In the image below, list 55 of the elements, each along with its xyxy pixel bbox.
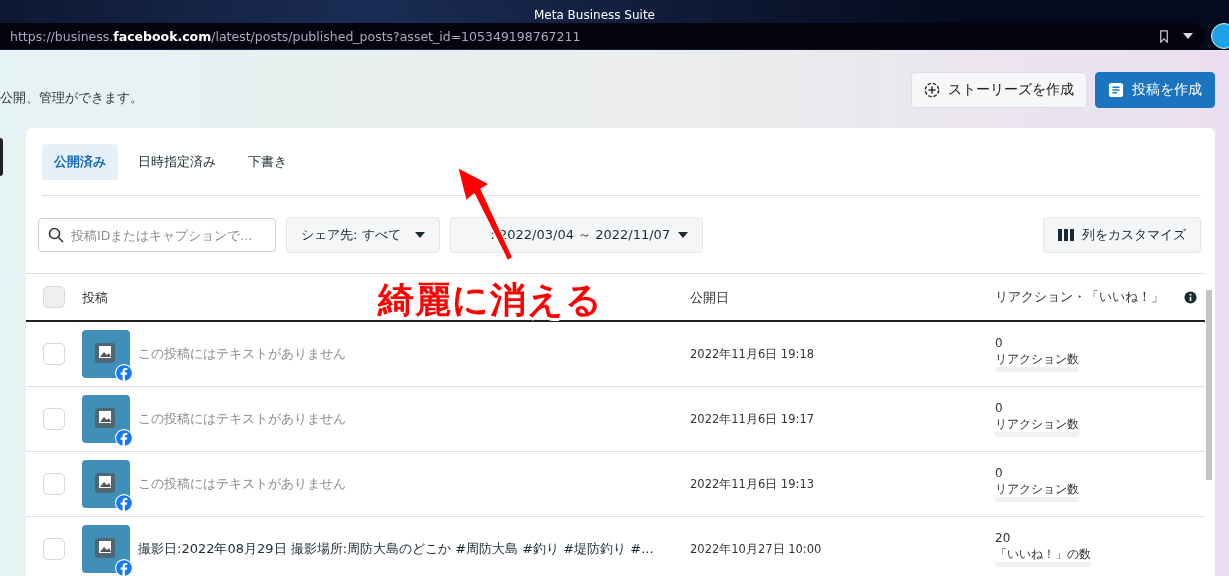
row-checkbox[interactable] bbox=[43, 473, 65, 495]
reaction-count: 20 bbox=[995, 531, 1012, 545]
reaction-count: 0 bbox=[995, 466, 1004, 480]
tab[interactable]: 公開済み bbox=[42, 144, 118, 180]
photo-placeholder bbox=[82, 460, 130, 508]
reaction-label: 「いいね！」の数 bbox=[995, 547, 1091, 567]
caret-icon bbox=[678, 232, 689, 238]
sidebar-edge bbox=[0, 138, 3, 176]
tab[interactable]: 下書き bbox=[236, 144, 299, 180]
post-caption[interactable]: この投稿にはテキストがありません bbox=[138, 410, 346, 428]
annotation-text: 綺麗に消える bbox=[378, 278, 603, 322]
facebook-icon bbox=[115, 429, 133, 447]
column-header: 投稿 bbox=[82, 290, 108, 305]
post-icon bbox=[1108, 82, 1124, 98]
reaction-label: リアクション数 bbox=[995, 352, 1079, 372]
tab[interactable]: 日時指定済み bbox=[126, 144, 228, 180]
address-bar[interactable]: https://business.facebook.com/latest/posts/published_posts?asset_id=105349198767211 bbox=[0, 23, 1205, 49]
publish-date: 2022年11月6日 19:13 bbox=[690, 476, 815, 492]
reaction-count: 0 bbox=[995, 401, 1004, 415]
search-field[interactable]: 投稿IDまたはキャプションで... bbox=[38, 218, 276, 252]
column-header: 公開日 bbox=[690, 290, 729, 305]
column-header: リアクション・「いいね！」 bbox=[995, 288, 1164, 306]
dropdown-icon[interactable] bbox=[1183, 33, 1193, 39]
page-description: 公開、管理ができます。 bbox=[0, 89, 143, 107]
scrollbar[interactable] bbox=[1206, 290, 1212, 480]
create-story-button[interactable]: ストーリーズを作成 bbox=[911, 72, 1087, 108]
window-title: Meta Business Suite bbox=[534, 7, 655, 22]
columns-icon bbox=[1058, 229, 1074, 241]
publish-date: 2022年10月27日 10:00 bbox=[690, 541, 823, 557]
info-icon[interactable] bbox=[1184, 290, 1197, 304]
reaction-label: リアクション数 bbox=[995, 482, 1079, 502]
caret-icon bbox=[414, 232, 425, 238]
select-all-checkbox[interactable] bbox=[43, 286, 65, 308]
publish-date: 2022年11月6日 19:18 bbox=[690, 346, 815, 362]
row-checkbox[interactable] bbox=[43, 538, 65, 560]
photo-placeholder bbox=[82, 330, 130, 378]
photo-placeholder bbox=[82, 525, 130, 573]
photo-placeholder bbox=[82, 395, 130, 443]
customize-columns-button[interactable]: 列をカスタマイズ bbox=[1043, 217, 1201, 253]
facebook-icon bbox=[115, 364, 133, 382]
date-range-dropdown[interactable]: : 2022/03/04 ～ 2022/11/07 bbox=[449, 217, 704, 253]
post-caption[interactable]: この投稿にはテキストがありません bbox=[138, 345, 346, 363]
facebook-icon bbox=[115, 494, 133, 512]
reaction-label: リアクション数 bbox=[995, 417, 1079, 437]
post-caption[interactable]: この投稿にはテキストがありません bbox=[138, 475, 346, 493]
publish-date: 2022年11月6日 19:17 bbox=[690, 411, 815, 427]
share-filter-dropdown[interactable]: シェア先: すべて bbox=[286, 217, 440, 253]
reaction-count: 0 bbox=[995, 336, 1004, 350]
add-circle-icon bbox=[924, 82, 940, 98]
create-post-button[interactable]: 投稿を作成 bbox=[1095, 72, 1215, 108]
row-checkbox[interactable] bbox=[43, 408, 65, 430]
post-caption[interactable]: 撮影日:2022年08月29日 撮影場所:周防大島のどこか #周防大島 #釣り #堤防釣り #... bbox=[138, 540, 654, 558]
url-text: https://business.facebook.com/latest/posts/published_posts?asset_id=105349198767211 bbox=[10, 28, 582, 44]
bookmark-icon[interactable] bbox=[1159, 29, 1169, 43]
row-checkbox[interactable] bbox=[43, 343, 65, 365]
